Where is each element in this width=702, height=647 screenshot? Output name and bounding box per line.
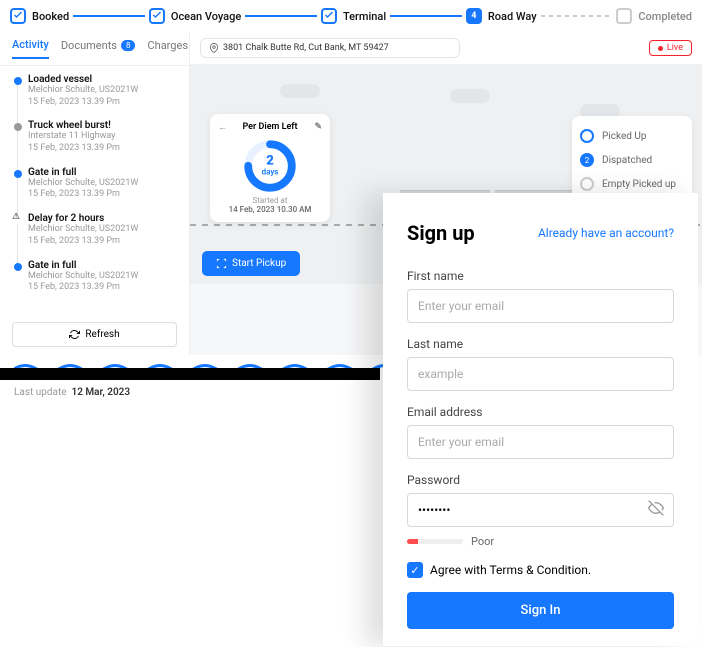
step-label: Completed <box>638 10 692 23</box>
timeline-date: 15 Feb, 2023 13.39 Pm <box>28 236 175 248</box>
last-name-input[interactable] <box>407 357 674 391</box>
step-booked[interactable]: Booked <box>10 8 69 24</box>
email-input[interactable] <box>407 425 674 459</box>
check-icon <box>324 11 334 21</box>
progress-steps: Booked Ocean Voyage Terminal 4 Road Way C… <box>0 0 702 32</box>
timeline-item[interactable]: Truck wheel burst!Interstate 11 Highway1… <box>14 120 175 154</box>
tab-label: Documents <box>61 39 117 52</box>
dot-icon <box>580 177 594 191</box>
progress-ring: 2days <box>242 138 298 194</box>
agree-row[interactable]: ✓ Agree with Terms & Condition. <box>407 562 674 578</box>
strength-label: Poor <box>471 535 494 548</box>
timeline-title: Loaded vessel <box>28 74 175 85</box>
status-card: Picked Up 2 Dispatched Empty Picked up <box>572 116 692 204</box>
status-item: Picked Up <box>580 124 684 148</box>
scan-icon <box>216 258 227 269</box>
tab-activity[interactable]: Activity <box>12 38 49 59</box>
sidebar: Activity Documents8 Charges9 Loaded vess… <box>0 32 190 355</box>
step-label: Terminal <box>343 10 386 23</box>
step-terminal[interactable]: Terminal <box>321 8 386 24</box>
eye-off-icon[interactable] <box>648 500 664 520</box>
circle-icon <box>616 8 632 24</box>
status-label: Empty Picked up <box>602 179 676 190</box>
step-label: Ocean Voyage <box>171 10 241 23</box>
step-ocean-voyage[interactable]: Ocean Voyage <box>149 8 241 24</box>
status-label: Dispatched <box>602 155 652 166</box>
password-input[interactable] <box>407 493 674 527</box>
timeline-title: Gate in full <box>28 167 175 178</box>
diem-time: 14 Feb, 2023 10.30 AM <box>218 205 322 214</box>
step-road-way[interactable]: 4 Road Way <box>466 8 537 24</box>
live-badge: Live <box>649 40 692 56</box>
timeline-item[interactable]: Gate in fullMelchior Schulte, US2021W15 … <box>14 260 175 294</box>
timeline-date: 15 Feb, 2023 13.39 Pm <box>28 97 175 109</box>
signup-title: Sign up <box>407 221 475 245</box>
status-item: 2 Dispatched <box>580 148 684 172</box>
activity-timeline: Loaded vesselMelchior Schulte, US2021W15… <box>0 66 189 314</box>
checkbox-icon[interactable]: ✓ <box>407 562 423 578</box>
edit-icon[interactable]: ✎ <box>314 122 322 132</box>
back-icon[interactable]: ← <box>218 122 227 133</box>
signup-panel: Sign up Already have an account? First n… <box>383 193 698 646</box>
check-icon <box>13 11 23 21</box>
diem-number: 2 <box>262 154 279 168</box>
already-account-link[interactable]: Already have an account? <box>538 226 674 240</box>
timeline-sub: Melchior Schulte, US2021W <box>28 224 175 236</box>
timeline-item[interactable]: Delay for 2 hoursMelchior Schulte, US202… <box>14 213 175 247</box>
tabs: Activity Documents8 Charges9 <box>0 32 189 66</box>
check-icon <box>152 11 162 21</box>
per-diem-card: ← Per Diem Left ✎ 2days Started at 14 Fe… <box>210 114 330 222</box>
start-pickup-label: Start Pickup <box>232 258 286 269</box>
timeline-title: Delay for 2 hours <box>28 213 175 224</box>
last-name-label: Last name <box>407 337 674 351</box>
refresh-icon <box>69 329 80 340</box>
step-completed[interactable]: Completed <box>616 8 692 24</box>
refresh-label: Refresh <box>85 329 119 340</box>
refresh-button[interactable]: Refresh <box>12 322 177 347</box>
timeline-title: Gate in full <box>28 260 175 271</box>
pin-icon <box>209 43 219 53</box>
timeline-date: 15 Feb, 2023 13.39 Pm <box>28 143 175 155</box>
timeline-sub: Melchior Schulte, US2021W <box>28 178 175 190</box>
diem-started: Started at <box>218 196 322 205</box>
address-text: 3801 Chalk Butte Rd, Cut Bank, MT 59427 <box>223 43 389 53</box>
dark-strip <box>0 368 380 380</box>
dot-icon <box>580 129 594 143</box>
tab-label: Charges <box>147 39 188 52</box>
timeline-item[interactable]: Loaded vesselMelchior Schulte, US2021W15… <box>14 74 175 108</box>
timeline-item[interactable]: Gate in fullMelchior Schulte, US2021W15 … <box>14 167 175 201</box>
step-label: Road Way <box>488 10 537 23</box>
timeline-sub: Melchior Schulte, US2021W <box>28 271 175 283</box>
status-label: Picked Up <box>602 131 646 142</box>
timeline-sub: Interstate 11 Highway <box>28 131 175 143</box>
step-label: Booked <box>32 10 69 23</box>
tab-documents[interactable]: Documents 8 <box>61 38 136 59</box>
timeline-sub: Melchior Schulte, US2021W <box>28 85 175 97</box>
email-label: Email address <box>407 405 674 419</box>
first-name-label: First name <box>407 269 674 283</box>
badge: 8 <box>121 40 136 51</box>
address-chip[interactable]: 3801 Chalk Butte Rd, Cut Bank, MT 59427 <box>200 38 460 58</box>
password-label: Password <box>407 473 674 487</box>
timeline-date: 15 Feb, 2023 13.39 Pm <box>28 282 175 294</box>
timeline-title: Truck wheel burst! <box>28 120 175 131</box>
card-title: Per Diem Left <box>242 122 297 132</box>
step-number-badge: 4 <box>466 8 482 24</box>
signin-button[interactable]: Sign In <box>407 592 674 629</box>
timeline-date: 15 Feb, 2023 13.39 Pm <box>28 189 175 201</box>
diem-unit: days <box>262 168 279 177</box>
agree-text: Agree with Terms & Condition. <box>430 563 591 577</box>
start-pickup-button[interactable]: Start Pickup <box>202 251 300 276</box>
password-strength: Poor <box>407 535 674 548</box>
first-name-input[interactable] <box>407 289 674 323</box>
dot-icon: 2 <box>580 153 594 167</box>
